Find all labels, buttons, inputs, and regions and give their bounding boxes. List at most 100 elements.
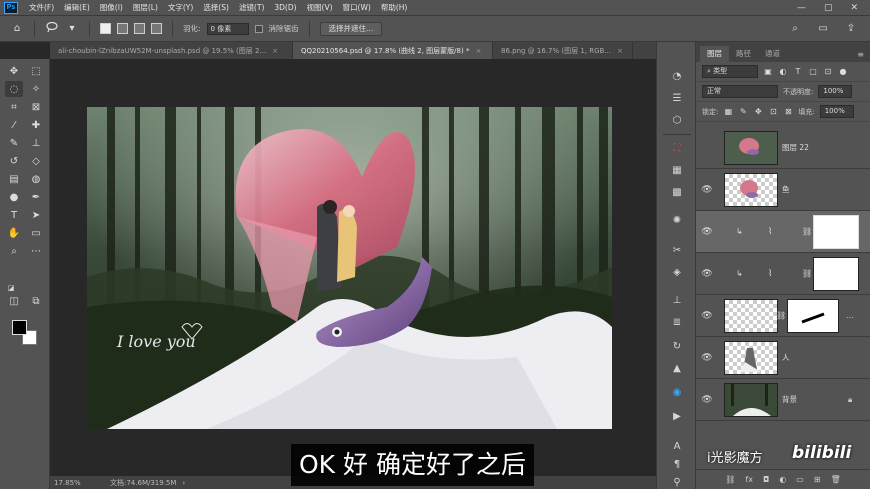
close-tab-icon[interactable]: ×: [617, 47, 623, 55]
intersect-selection-icon[interactable]: [151, 23, 162, 34]
eyedropper-tool-icon[interactable]: ⁄: [5, 117, 23, 133]
antialias-checkbox[interactable]: [254, 24, 263, 33]
dodge-tool-icon[interactable]: ●: [5, 189, 23, 205]
healing-brush-tool-icon[interactable]: ✚: [27, 117, 45, 133]
character-icon[interactable]: A: [668, 438, 686, 454]
blur-tool-icon[interactable]: ◍: [27, 171, 45, 187]
more-tools-icon[interactable]: ⋯: [27, 243, 45, 259]
paragraph-icon[interactable]: ¶: [668, 456, 686, 472]
lock-pixels-icon[interactable]: ▦: [723, 107, 733, 116]
layer-mask-thumbnail[interactable]: [787, 299, 839, 333]
magic-wand-tool-icon[interactable]: ✧: [27, 81, 45, 97]
move-tool-icon[interactable]: ✥: [5, 63, 23, 79]
menu-image[interactable]: 图像(I): [95, 2, 128, 13]
add-selection-icon[interactable]: [117, 23, 128, 34]
histogram-icon[interactable]: ◔: [668, 68, 686, 84]
history-icon[interactable]: ↻: [668, 338, 686, 354]
feather-input[interactable]: 0 像素: [206, 22, 249, 35]
eye-icon[interactable]: 👁: [696, 395, 718, 405]
levels-icon[interactable]: ▲: [668, 360, 686, 376]
hand-tool-icon[interactable]: ✋: [5, 225, 23, 241]
brush-settings-icon[interactable]: ✺: [668, 212, 686, 228]
chevron-down-icon[interactable]: ▾: [65, 23, 79, 34]
layer-row-curves[interactable]: 👁 ↳ ⌇ ⛓: [696, 253, 870, 295]
trash-icon[interactable]: 🗑︎: [831, 475, 841, 484]
close-tab-icon[interactable]: ×: [272, 47, 278, 55]
foreground-color-swatch[interactable]: [12, 320, 27, 335]
menu-3d[interactable]: 3D(D): [269, 3, 301, 12]
filter-toggle-icon[interactable]: ●: [838, 67, 848, 76]
menu-window[interactable]: 窗口(W): [338, 2, 376, 13]
link-icon[interactable]: ⛓: [725, 475, 735, 484]
photoshop-logo-icon[interactable]: Ps: [4, 1, 18, 14]
lock-artboard-icon[interactable]: ⊡: [768, 107, 778, 116]
eraser-tool-icon[interactable]: ◇: [27, 153, 45, 169]
new-layer-icon[interactable]: ⊞: [814, 475, 821, 484]
lasso-tool-preset-icon[interactable]: [45, 21, 59, 36]
type-tool-icon[interactable]: T: [5, 207, 23, 223]
layer-row-curves-selected[interactable]: 👁 ↳ ⌇ ⛓: [696, 211, 870, 253]
tab-document-2[interactable]: QQ20210564.psd @ 17.8% (曲线 2, 图层蒙版/8) * …: [293, 42, 493, 59]
pen-tool-icon[interactable]: ✒: [27, 189, 45, 205]
eye-icon[interactable]: 👁: [696, 311, 718, 321]
menu-select[interactable]: 选择(S): [198, 2, 234, 13]
shape-tool-icon[interactable]: ▭: [27, 225, 45, 241]
close-icon[interactable]: ✕: [850, 3, 858, 13]
clone-source-icon[interactable]: ⊥: [668, 292, 686, 308]
glyphs-icon[interactable]: ⚲: [668, 474, 686, 489]
path-selection-tool-icon[interactable]: ➤: [27, 207, 45, 223]
menu-help[interactable]: 帮助(H): [376, 2, 413, 13]
share-icon[interactable]: ⇪: [844, 23, 858, 34]
tab-document-3[interactable]: 86.png @ 16.7% (图层 1, RGB... ×: [493, 42, 633, 59]
marquee-tool-icon[interactable]: ⬚: [27, 63, 45, 79]
layer-filter-select[interactable]: ⌕ 类型: [702, 65, 758, 78]
home-icon[interactable]: ⌂: [10, 23, 24, 34]
menu-layer[interactable]: 图层(L): [128, 2, 163, 13]
fx-icon[interactable]: fx: [745, 475, 753, 484]
minimize-icon[interactable]: —: [797, 3, 806, 13]
play-action-icon[interactable]: ▶: [668, 408, 686, 424]
filter-smart-icon[interactable]: ⊡: [823, 67, 833, 76]
folder-icon[interactable]: ▭: [796, 475, 804, 484]
menu-file[interactable]: 文件(F): [24, 2, 59, 13]
select-and-mask-button[interactable]: 选择并遮住...: [319, 21, 383, 36]
chain-link-icon[interactable]: ⛓: [802, 227, 812, 236]
chain-link-icon[interactable]: ⛓: [802, 269, 812, 278]
adjustment-icon[interactable]: ◐: [779, 475, 786, 484]
screen-mode-icon[interactable]: ⧉: [27, 293, 45, 309]
eye-icon[interactable]: 👁: [696, 353, 718, 363]
new-selection-icon[interactable]: [100, 23, 111, 34]
zoom-tool-icon[interactable]: ⌕: [5, 243, 23, 259]
close-tab-icon[interactable]: ×: [475, 47, 481, 55]
tab-paths[interactable]: 路径: [729, 46, 758, 62]
panel-menu-icon[interactable]: ≡: [857, 50, 870, 62]
filter-pixel-icon[interactable]: ▣: [763, 67, 773, 76]
layer-mask-thumbnail[interactable]: [813, 215, 859, 249]
eye-icon[interactable]: 👁: [696, 185, 718, 195]
frame-tool-icon[interactable]: ⊠: [27, 99, 45, 115]
search-icon[interactable]: ⌕: [788, 23, 802, 34]
fill-input[interactable]: 100%: [819, 105, 854, 118]
lasso-tool-icon[interactable]: ◌: [5, 81, 23, 97]
lock-all-icon[interactable]: ⊠: [783, 107, 793, 116]
gradient-tool-icon[interactable]: ▤: [5, 171, 23, 187]
tab-layers[interactable]: 图层: [700, 46, 729, 62]
layer-row[interactable]: 👁 背景 🔒︎: [696, 379, 870, 421]
menu-view[interactable]: 视图(V): [302, 2, 338, 13]
chain-link-icon[interactable]: ⛓: [776, 311, 786, 320]
lock-paint-icon[interactable]: ✎: [738, 107, 748, 116]
layer-mask-thumbnail[interactable]: [813, 257, 859, 291]
opacity-input[interactable]: 100%: [818, 85, 853, 98]
workspace-icon[interactable]: ▭: [816, 23, 830, 34]
layer-row[interactable]: 👁 鱼: [696, 169, 870, 211]
bucket-icon[interactable]: ◈: [668, 264, 686, 280]
adjustments-icon[interactable]: ☰: [668, 90, 686, 106]
subtract-selection-icon[interactable]: [134, 23, 145, 34]
brush-tool-icon[interactable]: ✎: [5, 135, 23, 151]
properties-icon[interactable]: ≣: [668, 314, 686, 330]
more-icon[interactable]: …: [846, 311, 854, 320]
maximize-icon[interactable]: ▢: [824, 3, 833, 13]
menu-filter[interactable]: 滤镜(T): [234, 2, 269, 13]
mask-icon[interactable]: ◘: [763, 475, 769, 484]
styles-icon[interactable]: ▦: [668, 162, 686, 178]
